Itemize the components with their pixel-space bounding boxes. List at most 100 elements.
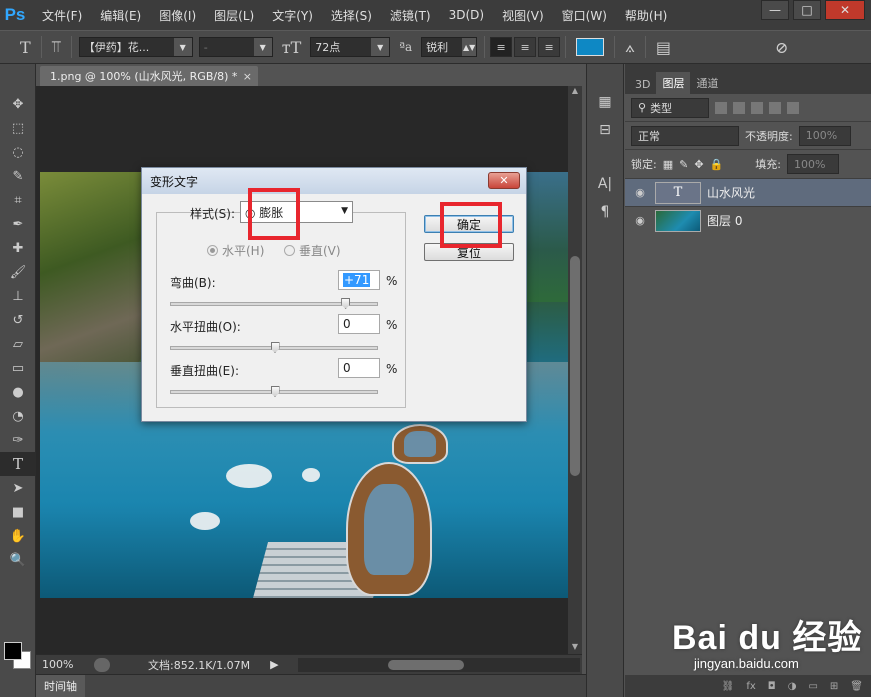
align-right-button[interactable]: ≡ <box>538 37 561 57</box>
hand-tool-icon[interactable]: ✋ <box>0 524 36 548</box>
fill-input[interactable]: 100% <box>786 154 839 174</box>
scroll-up-icon[interactable]: ▲ <box>568 86 582 98</box>
menu-file[interactable]: 文件(F) <box>36 7 88 24</box>
menu-help[interactable]: 帮助(H) <box>619 7 673 24</box>
lock-move-icon[interactable]: ✥ <box>694 158 703 171</box>
menu-window[interactable]: 窗口(W) <box>556 7 613 24</box>
scroll-thumb[interactable] <box>570 256 580 476</box>
dialog-close-button[interactable]: ✕ <box>488 172 520 189</box>
new-group-icon[interactable]: ▭ <box>808 681 817 692</box>
eye-icon[interactable]: ◉ <box>625 186 655 199</box>
menu-filter[interactable]: 滤镜(T) <box>384 7 437 24</box>
pixel-filter-icon[interactable] <box>715 101 727 114</box>
character-panel-icon[interactable]: ▤ <box>656 38 671 57</box>
link-layers-icon[interactable]: ⛓ <box>722 681 735 692</box>
text-color-swatch[interactable] <box>576 38 605 56</box>
path-select-icon[interactable]: ➤ <box>0 476 36 500</box>
vertical-distortion-slider[interactable] <box>170 386 378 397</box>
close-window-button[interactable]: ✕ <box>825 0 865 20</box>
horizontal-scrollbar[interactable] <box>298 658 580 672</box>
align-center-button[interactable]: ≡ <box>514 37 537 57</box>
lock-paint-icon[interactable]: ✎ <box>679 158 688 171</box>
tab-channels[interactable]: 通道 <box>690 72 724 94</box>
layer-row-image[interactable]: ◉ 图层 0 <box>625 206 871 234</box>
restore-button[interactable]: □ <box>793 0 821 20</box>
menu-3d[interactable]: 3D(D) <box>443 8 490 22</box>
foreground-color-swatch[interactable] <box>4 642 22 660</box>
status-info-icon[interactable] <box>94 657 110 672</box>
type-filter-icon[interactable] <box>751 101 763 114</box>
eyedropper-tool-icon[interactable]: ✒ <box>0 212 36 236</box>
type-tool-icon[interactable]: T <box>0 452 36 476</box>
blend-mode-select[interactable]: 正常 <box>631 125 739 146</box>
pen-tool-icon[interactable]: ✑ <box>0 428 36 452</box>
anti-alias-select[interactable]: 锐利 ▲▼ <box>421 37 478 57</box>
dodge-tool-icon[interactable]: ◔ <box>0 404 36 428</box>
horizontal-distortion-input[interactable]: 0 <box>338 314 380 334</box>
zoom-tool-icon[interactable]: 🔍 <box>0 548 36 572</box>
align-left-button[interactable]: ≡ <box>490 37 513 57</box>
warp-text-icon[interactable]: ⟑ <box>625 37 635 57</box>
layer-kind-filter[interactable]: ⚲ 类型 <box>631 97 709 118</box>
menu-view[interactable]: 视图(V) <box>496 7 550 24</box>
scroll-down-icon[interactable]: ▼ <box>568 642 582 654</box>
blur-tool-icon[interactable]: ● <box>0 380 36 404</box>
clone-stamp-icon[interactable]: ⊥ <box>0 284 36 308</box>
horizontal-distortion-slider[interactable] <box>170 342 378 353</box>
menu-edit[interactable]: 编辑(E) <box>94 7 147 24</box>
zoom-level[interactable]: 100% <box>36 658 86 671</box>
marquee-tool-icon[interactable]: ⬚ <box>0 116 36 140</box>
menu-type[interactable]: 文字(Y) <box>266 7 319 24</box>
menu-select[interactable]: 选择(S) <box>325 7 378 24</box>
layer-style-icon[interactable]: fx <box>746 681 755 692</box>
font-family-select[interactable]: 【伊药】花... ▼ <box>78 37 193 57</box>
new-layer-icon[interactable]: ⊞ <box>830 681 838 692</box>
move-tool-icon[interactable]: ✥ <box>0 92 36 116</box>
eraser-tool-icon[interactable]: ▱ <box>0 332 36 356</box>
delete-layer-icon[interactable]: 🗑 <box>850 681 863 692</box>
document-tab[interactable]: 1.png @ 100% (山水风光, RGB/8) * × <box>40 66 258 86</box>
minimize-button[interactable]: — <box>761 0 789 20</box>
paragraph-panel-icon[interactable]: ¶ <box>587 198 623 226</box>
history-brush-icon[interactable]: ↺ <box>0 308 36 332</box>
font-style-select[interactable]: - ▼ <box>198 37 273 57</box>
document-info[interactable]: 文档:852.1K/1.07M <box>148 657 250 673</box>
vertical-scrollbar[interactable]: ▲ ▼ <box>568 86 582 654</box>
add-mask-icon[interactable]: ◘ <box>768 681 776 692</box>
adjustment-layer-icon[interactable]: ◑ <box>788 681 797 692</box>
bend-input[interactable]: +71 <box>338 270 380 290</box>
vertical-radio[interactable] <box>284 245 295 256</box>
scroll-thumb[interactable] <box>388 660 464 670</box>
text-orientation-icon[interactable]: ⫪ <box>52 37 61 57</box>
brush-tool-icon[interactable]: 🖌 <box>0 260 36 284</box>
lasso-tool-icon[interactable]: ◌ <box>0 140 36 164</box>
eye-icon[interactable]: ◉ <box>625 214 655 227</box>
shape-tool-icon[interactable]: ■ <box>0 500 36 524</box>
cancel-icon[interactable]: ⊘ <box>775 38 788 57</box>
close-icon[interactable]: × <box>243 70 252 83</box>
lock-all-icon[interactable]: 🔒 <box>710 158 724 171</box>
timeline-tab[interactable]: 时间轴 <box>36 675 85 697</box>
horizontal-radio[interactable] <box>207 245 218 256</box>
bend-slider[interactable] <box>170 298 378 309</box>
history-panel-icon[interactable]: ▦ <box>587 88 623 116</box>
lock-pixels-icon[interactable]: ▦ <box>663 158 673 171</box>
layer-row-text[interactable]: ◉ T 山水风光 <box>625 178 871 206</box>
shape-filter-icon[interactable] <box>769 101 781 114</box>
vertical-distortion-input[interactable]: 0 <box>338 358 380 378</box>
gradient-tool-icon[interactable]: ▭ <box>0 356 36 380</box>
character-panel-icon[interactable]: A| <box>587 170 623 198</box>
crop-tool-icon[interactable]: ⌗ <box>0 188 36 212</box>
tool-presets-icon[interactable]: ⊟ <box>587 116 623 144</box>
menu-layer[interactable]: 图层(L) <box>208 7 260 24</box>
smart-object-filter-icon[interactable] <box>787 101 799 114</box>
healing-brush-icon[interactable]: ✚ <box>0 236 36 260</box>
opacity-input[interactable]: 100% <box>798 125 851 146</box>
font-size-select[interactable]: 72点 ▼ <box>310 37 391 57</box>
type-tool-icon[interactable]: T <box>20 38 31 57</box>
quick-select-tool-icon[interactable]: ✎ <box>0 164 36 188</box>
adjustment-filter-icon[interactable] <box>733 101 745 114</box>
menu-image[interactable]: 图像(I) <box>153 7 202 24</box>
tab-layers[interactable]: 图层 <box>656 72 691 94</box>
status-menu-arrow-icon[interactable]: ▶ <box>270 658 278 671</box>
